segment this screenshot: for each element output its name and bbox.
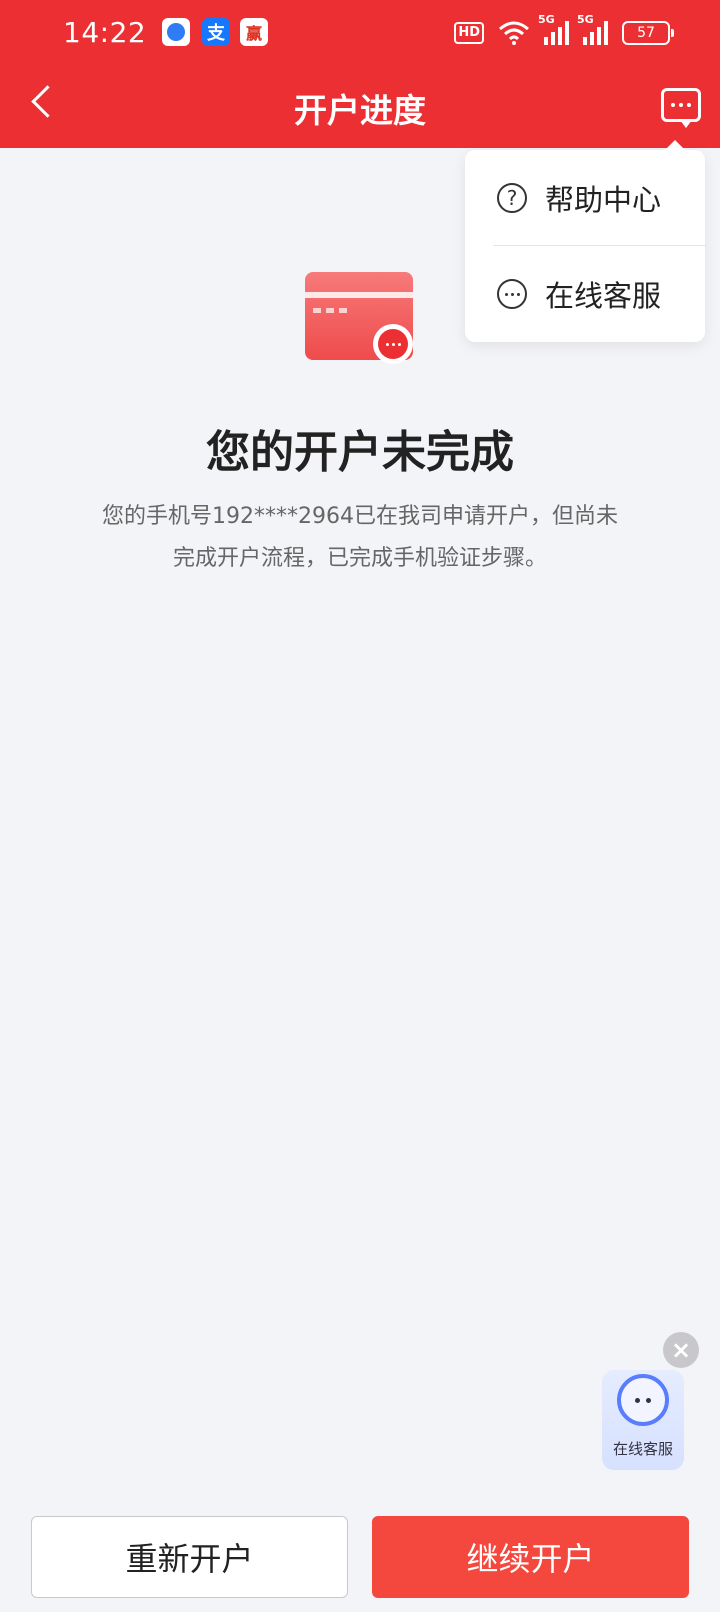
menu-item-label: 帮助中心 [545,183,662,217]
status-indicators: HD 5G 5G 57 [454,13,674,48]
signal-label-2: 5G [577,13,594,26]
status-description: 您的手机号192****2964已在我司申请开户，但尚未完成开户流程，已完成手机… [102,504,618,571]
menu-item-help-center[interactable]: ? 帮助中心 [465,150,705,246]
menu-item-label: 在线客服 [545,279,662,313]
signal-icon-2: 5G [577,13,608,45]
online-service-widget[interactable]: 在线客服 [602,1370,684,1470]
status-bar: 14:22 支 赢 HD 5G 5G 57 [0,0,720,66]
status-title: 您的开户未完成 [206,427,514,478]
nav-bar: 开户进度 [0,66,720,148]
status-time: 14:22 [63,16,147,49]
card-illustration-icon [305,272,415,364]
wifi-icon [499,21,529,45]
chat-icon [497,279,527,309]
dropdown-menu: ? 帮助中心 在线客服 [465,140,705,342]
pending-badge-icon [373,324,413,364]
robot-avatar-icon [617,1374,669,1426]
browser-icon [162,18,190,46]
header-bar: 14:22 支 赢 HD 5G 5G 57 开户进度 [0,0,720,148]
battery-icon: 57 [622,21,674,45]
signal-label: 5G [538,13,555,26]
close-icon[interactable]: × [663,1332,699,1368]
page-title: 开户进度 [294,91,426,130]
online-service-label: 在线客服 [612,1440,673,1458]
signal-icon: 5G [538,13,569,45]
restart-account-button[interactable]: 重新开户 [31,1516,348,1598]
continue-account-button[interactable]: 继续开户 [372,1516,689,1598]
alipay-icon: 支 [202,18,230,46]
help-icon: ? [497,183,527,213]
hd-icon: HD [454,22,484,44]
app-icon: 赢 [240,18,268,46]
message-menu-icon[interactable] [661,88,701,128]
menu-item-online-service[interactable]: 在线客服 [465,246,705,342]
